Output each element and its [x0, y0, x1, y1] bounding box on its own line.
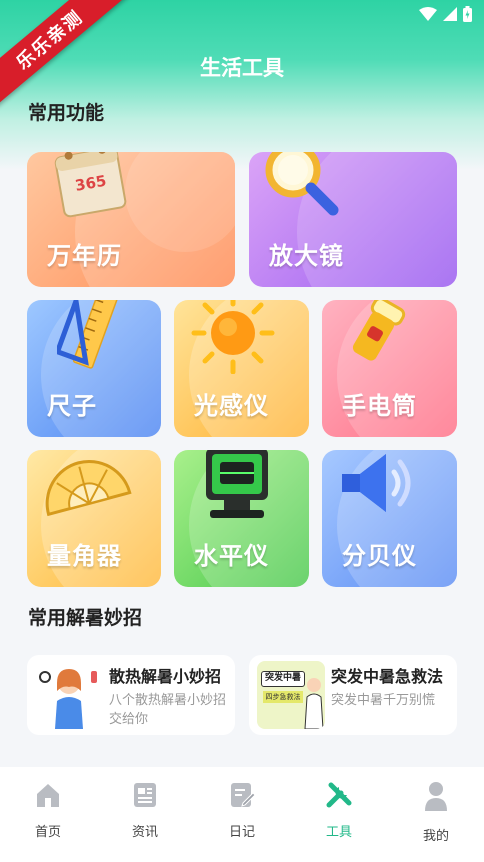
girl-fan-illustration-icon — [35, 661, 103, 729]
tip-card-cooling[interactable]: 散热解暑小妙招 八个散热解暑小妙招交给你 — [27, 655, 235, 735]
flashlight-icon — [352, 300, 406, 361]
laser-level-icon — [206, 450, 268, 518]
person-icon — [425, 782, 447, 811]
sun-icon — [191, 300, 275, 374]
ruler-icon — [57, 300, 119, 369]
tip-title: 突发中暑急救法 — [331, 667, 444, 686]
section-title-tips: 常用解暑妙招 — [28, 607, 143, 629]
tool-card-level[interactable]: 水平仪 — [174, 450, 309, 587]
page-title: 生活工具 — [200, 56, 284, 80]
signal-icon — [443, 7, 457, 21]
tool-label: 放大镜 — [269, 242, 344, 270]
tool-label: 手电筒 — [342, 392, 417, 420]
person-illustration-icon — [304, 678, 324, 729]
tab-mine[interactable]: 我的 — [406, 781, 466, 844]
tool-card-flashlight[interactable]: 手电筒 — [322, 300, 457, 437]
news-icon — [134, 783, 156, 807]
magnifier-icon — [265, 152, 339, 216]
tool-label: 量角器 — [47, 542, 122, 570]
wifi-icon — [419, 7, 437, 21]
tool-label: 水平仪 — [194, 542, 269, 570]
tool-card-magnifier[interactable]: 放大镜 — [249, 152, 457, 287]
tip-thumbnail: 突发中暑 四步急救法 — [257, 661, 325, 729]
tool-card-calendar[interactable]: 365 万年历 — [27, 152, 235, 287]
tab-home[interactable]: 首页 — [18, 781, 78, 840]
tool-label: 尺子 — [47, 392, 97, 420]
tools-icon — [326, 782, 352, 808]
tip-description: 突发中暑千万别慌 — [331, 693, 436, 708]
bottom-tab-bar: 首页 资讯 日记 工具 我的 — [0, 767, 484, 862]
thumb-subtitle: 四步急救法 — [263, 691, 303, 703]
home-icon — [37, 784, 59, 807]
tip-title: 散热解暑小妙招 — [109, 667, 222, 686]
section-title-common: 常用功能 — [28, 102, 105, 124]
tip-thumbnail — [35, 661, 103, 729]
tip-card-first-aid[interactable]: 突发中暑 四步急救法 突发中暑急救法 突发中暑千万别慌 — [249, 655, 457, 735]
calendar-365-icon: 365 — [54, 152, 127, 218]
tool-label: 光感仪 — [194, 392, 269, 420]
tool-card-decibel[interactable]: 分贝仪 — [322, 450, 457, 587]
protractor-icon — [45, 460, 132, 517]
speaker-icon — [342, 454, 411, 512]
tool-label: 分贝仪 — [342, 542, 417, 570]
battery-icon — [463, 6, 472, 22]
tool-card-protractor[interactable]: 量角器 — [27, 450, 161, 587]
tool-card-light-sensor[interactable]: 光感仪 — [174, 300, 309, 437]
tip-description: 八个散热解暑小妙招交给你 — [109, 693, 227, 727]
diary-icon — [231, 783, 256, 807]
thumb-title: 突发中暑 — [261, 671, 305, 687]
tab-news[interactable]: 资讯 — [115, 781, 175, 840]
tab-diary[interactable]: 日记 — [212, 781, 272, 840]
tab-tools[interactable]: 工具 — [309, 781, 369, 840]
tool-label: 万年历 — [47, 242, 122, 270]
tool-card-ruler[interactable]: 尺子 — [27, 300, 161, 437]
